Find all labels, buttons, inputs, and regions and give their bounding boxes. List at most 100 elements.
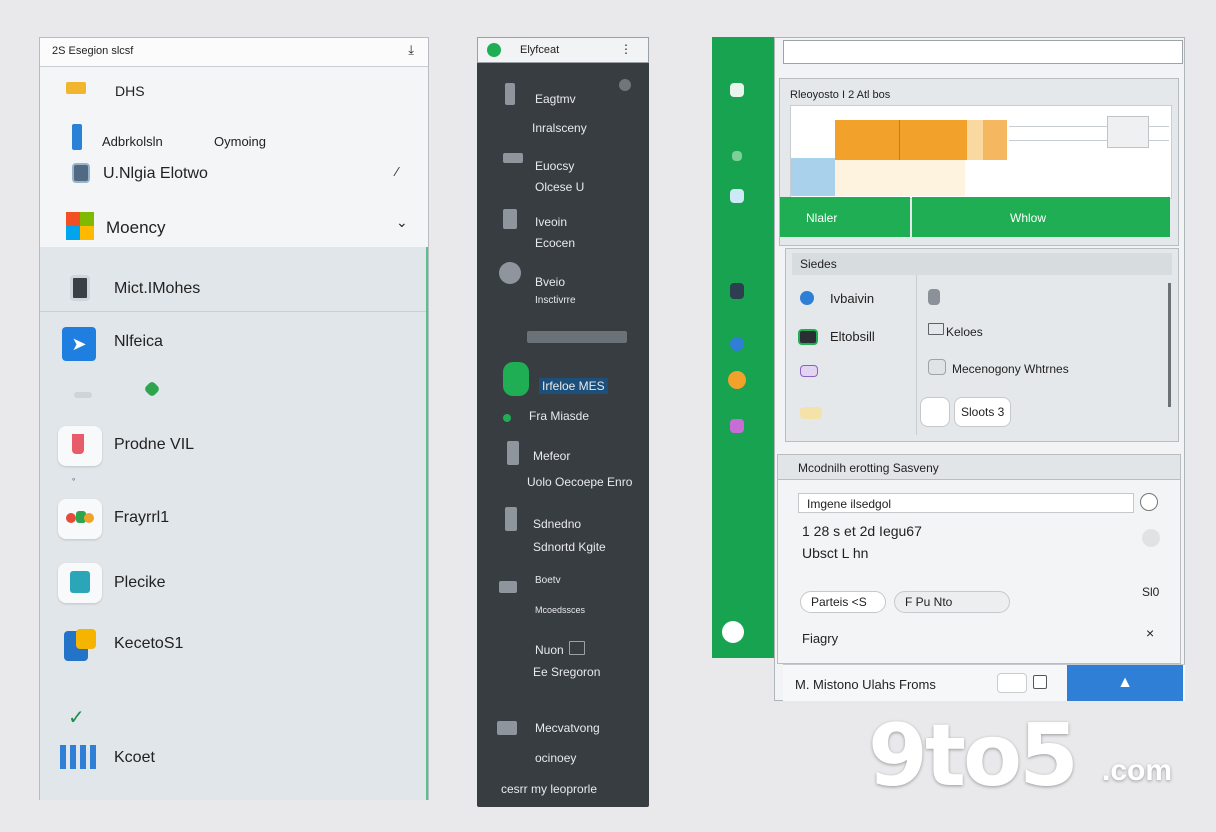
windows-logo-icon: [66, 212, 94, 240]
status-pill[interactable]: Sloots 3: [954, 397, 1012, 427]
divider-icon: [74, 392, 92, 398]
sidebar-item[interactable]: cesrr my leoprorle: [501, 782, 597, 796]
sidebar-item[interactable]: Eagtmv: [535, 92, 576, 106]
nav-item-nlfeica[interactable]: ➤ Nlfeica: [40, 323, 426, 373]
tab-label: Whlow: [1010, 211, 1047, 225]
sidebar-item[interactable]: Uolo Oecoepe Enro: [527, 475, 632, 489]
status-icon: [800, 291, 814, 305]
window-title: 2S Esegion slcsf: [52, 45, 134, 57]
dark-sidebar-window: Elyfceat ⋮ Eagtmv Inralsceny Euocsy Olce…: [477, 37, 649, 807]
chart-block: [899, 120, 968, 160]
nav-item-label: U.Nlgia Elotwo: [103, 165, 208, 182]
sidebar-item[interactable]: Mecvatvong: [535, 721, 600, 735]
settings-card: Mcodnilh erotting Sasveny Imgene ilsedgo…: [777, 454, 1181, 664]
device-icon: [70, 275, 90, 301]
globe-icon[interactable]: [730, 337, 744, 351]
user-icon[interactable]: [1140, 493, 1158, 511]
status-item[interactable]: Eltobsill: [830, 329, 875, 344]
cup-icon: [58, 426, 102, 466]
sidebar-item[interactable]: Mcoedssces: [535, 605, 585, 615]
sidebar-item[interactable]: Mefeor: [533, 449, 570, 463]
green-side-rail: [712, 37, 774, 658]
scrollbar[interactable]: [1168, 283, 1171, 407]
close-icon[interactable]: ×: [1146, 625, 1154, 641]
cloud-icon[interactable]: [730, 189, 744, 203]
sidebar-item[interactable]: Inralsceny: [532, 121, 587, 135]
title-bar: Elyfceat ⋮: [477, 37, 649, 63]
sidebar-item[interactable]: Nuon: [535, 643, 564, 657]
nav-item-kecetos[interactable]: KecetoS1: [40, 625, 426, 675]
nav-item-unlgia[interactable]: U.Nlgia Elotwo ⁄: [40, 158, 428, 192]
board-icon: [58, 563, 102, 603]
item-icon: [507, 441, 519, 465]
status-card: Siedes Ivbaivin Eltobsill Keloes Mecenog…: [785, 248, 1179, 442]
tab-whlow[interactable]: Whlow: [912, 197, 1170, 237]
sidebar-item[interactable]: Ee Sregoron: [533, 665, 600, 679]
settings-icon[interactable]: [1142, 529, 1160, 547]
photo-icon[interactable]: [730, 419, 744, 433]
footer-text: M. Mistono Ulahs Froms: [795, 677, 936, 692]
search-icon[interactable]: ◦: [72, 474, 75, 484]
sidebar-item[interactable]: Boetv: [535, 575, 561, 586]
device-icon[interactable]: [730, 283, 744, 299]
sidebar-item[interactable]: Olcese U: [535, 180, 584, 194]
nav-item-plecike[interactable]: Plecike: [40, 561, 426, 611]
sidebar-item[interactable]: Iveoin: [535, 215, 567, 229]
sidebar-item[interactable]: Sdnedno: [533, 517, 581, 531]
bug-icon[interactable]: [920, 397, 950, 427]
item-icon: [503, 209, 517, 229]
moon-icon[interactable]: [619, 79, 631, 91]
send-icon: ➤: [62, 327, 96, 361]
toggle-chip[interactable]: F Pu Nto: [894, 591, 1010, 613]
nav-item-moency[interactable]: Moency ⌄: [40, 206, 428, 246]
nav-item-prodne[interactable]: Prodne VIL: [40, 422, 426, 472]
nav-item-kcoet[interactable]: Kcoet: [40, 737, 426, 777]
sidebar-item[interactable]: ocinoey: [535, 751, 576, 765]
sidebar-item[interactable]: Bveio: [535, 275, 565, 289]
address-bar[interactable]: [783, 40, 1183, 64]
card-title: Mcodnilh erotting Sasveny: [798, 461, 939, 475]
toggle-chip[interactable]: Parteis <S: [800, 591, 886, 613]
window-icon[interactable]: [1033, 675, 1047, 689]
status-item[interactable]: Keloes: [946, 325, 983, 339]
sidebar-item-selected[interactable]: Irfeloe MES: [539, 378, 608, 394]
avatar: [499, 262, 521, 284]
sidebar-item[interactable]: Ecocen: [535, 236, 575, 250]
window-icon: [928, 323, 944, 335]
clock-icon[interactable]: [728, 371, 746, 389]
attachment-icon[interactable]: [997, 673, 1027, 693]
nav-item-frayrrl[interactable]: Frayrrl1: [40, 497, 426, 547]
checkbox-icon[interactable]: [928, 359, 946, 375]
sidebar-item[interactable]: Euocsy: [535, 159, 574, 173]
settings-input[interactable]: Imgene ilsedgol: [798, 493, 1134, 513]
status-dot-icon: [503, 414, 511, 422]
detail-line: Ubsct L hn: [802, 545, 869, 561]
sidebar-item[interactable]: Insctivrre: [535, 295, 576, 306]
window-icon: [569, 641, 585, 655]
nav-item-mict[interactable]: Mict.IMohes: [40, 267, 426, 312]
status-item[interactable]: Mecenogony Whtrnes: [952, 362, 1069, 376]
home-icon[interactable]: [722, 621, 744, 643]
tab-nlaler[interactable]: Nlaler: [780, 197, 910, 237]
more-options-icon[interactable]: ⋮: [620, 42, 632, 56]
image-icon: [800, 365, 818, 377]
chevron-right-icon[interactable]: ⁄: [396, 164, 398, 179]
nav-item-adbrkolsln[interactable]: Adbrkolsln Oymoing: [40, 122, 428, 158]
doc-icon[interactable]: [730, 83, 744, 97]
sidebar-item[interactable]: Sdnortd Kgite: [533, 540, 606, 554]
card-header: Siedes: [792, 253, 1172, 275]
chart-block: [967, 120, 983, 160]
sidebar-item[interactable]: Fra Miasde: [529, 409, 589, 423]
status-item[interactable]: Ivbaivin: [830, 291, 874, 306]
side-value: Sl0: [1142, 585, 1160, 599]
grid-icon[interactable]: [732, 151, 742, 161]
collapse-button[interactable]: ▲: [1067, 665, 1183, 701]
chevron-down-icon[interactable]: ⌄: [396, 214, 408, 231]
download-icon[interactable]: ⤓: [408, 42, 414, 58]
nav-item-label: Mict.IMohes: [114, 280, 201, 297]
chart-card: Rleoyosto I 2 Atl bos Nlaler Whlow: [779, 78, 1179, 246]
chart-block: [835, 160, 965, 196]
nav-item-dhs[interactable]: DHS: [40, 68, 428, 108]
item-icon: [499, 581, 517, 593]
book-icon: [72, 163, 90, 183]
